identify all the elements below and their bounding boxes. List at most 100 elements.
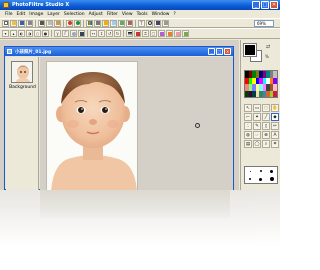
- menu-filter[interactable]: Filter: [105, 12, 120, 17]
- frame-icon[interactable]: ▢: [150, 30, 157, 37]
- document-controls: _ □ ✕: [208, 48, 231, 55]
- magic-wand-icon[interactable]: [158, 30, 165, 37]
- clone-stamp-icon[interactable]: ⊕: [262, 131, 270, 139]
- doc-close-button[interactable]: ✕: [224, 48, 231, 55]
- brush-size-option[interactable]: [256, 167, 267, 175]
- saturation-up-icon[interactable]: ●: [42, 30, 49, 37]
- eraser-icon[interactable]: [174, 30, 181, 37]
- brush-icon[interactable]: ✎: [253, 122, 261, 130]
- cut-icon[interactable]: [38, 19, 45, 27]
- transparency-icon[interactable]: [110, 19, 117, 27]
- lasso-icon[interactable]: ◌: [262, 104, 270, 112]
- menu-adjust[interactable]: Adjust: [87, 12, 105, 17]
- sharpen-icon[interactable]: [78, 30, 85, 37]
- color-swatches[interactable]: [244, 70, 278, 98]
- canvas-size-icon[interactable]: [126, 19, 133, 27]
- saturation-down-icon[interactable]: ○: [34, 30, 41, 37]
- document-title-bar[interactable]: 小孩照片_01.jpg _ □ ✕: [5, 47, 233, 56]
- eraser-icon[interactable]: ▯: [262, 122, 270, 130]
- smudge-icon[interactable]: ☞: [253, 131, 261, 139]
- image-size-icon[interactable]: [118, 19, 125, 27]
- layer-thumbnail[interactable]: [11, 61, 33, 83]
- paste-icon[interactable]: [54, 19, 61, 27]
- line-icon[interactable]: ╱: [262, 113, 270, 121]
- doc-minimize-button[interactable]: _: [208, 48, 215, 55]
- flip-vertical-icon[interactable]: ↕: [98, 30, 105, 37]
- swap-colors-icon[interactable]: ⇄: [266, 44, 272, 50]
- spray-icon[interactable]: ∴: [244, 122, 252, 130]
- menu-tools[interactable]: Tools: [135, 12, 150, 17]
- grid-icon[interactable]: [162, 19, 169, 27]
- brush-size-option[interactable]: [266, 175, 277, 183]
- close-button[interactable]: ✕: [270, 1, 278, 9]
- brush-size-option[interactable]: [245, 175, 256, 183]
- zoom-field[interactable]: 69%: [254, 20, 274, 27]
- zoom-icon[interactable]: [146, 19, 153, 27]
- app-title: PhotoFiltre Studio X: [12, 2, 70, 8]
- flip-horizontal-icon[interactable]: ↔: [90, 30, 97, 37]
- stamp-icon[interactable]: [182, 30, 189, 37]
- contrast-up-icon[interactable]: ◑: [26, 30, 33, 37]
- gamma-down-icon[interactable]: γ: [54, 30, 61, 37]
- crop-tool-icon[interactable]: ⌗: [271, 140, 279, 148]
- separator: [135, 19, 136, 27]
- blur-icon[interactable]: [70, 30, 77, 37]
- print-icon[interactable]: [26, 19, 33, 27]
- contrast-down-icon[interactable]: ◐: [18, 30, 25, 37]
- eyedropper-icon[interactable]: ⌐: [244, 113, 252, 121]
- brush-size-option[interactable]: [266, 167, 277, 175]
- menu-image[interactable]: Image: [27, 12, 45, 17]
- zoom-tool-icon[interactable]: ⌕: [262, 140, 270, 148]
- fit-icon[interactable]: [154, 19, 161, 27]
- copy-icon[interactable]: [46, 19, 53, 27]
- redo-icon[interactable]: [74, 19, 81, 27]
- text-icon[interactable]: T: [138, 19, 145, 27]
- photo-canvas[interactable]: [46, 61, 138, 190]
- doc-maximize-button[interactable]: □: [216, 48, 223, 55]
- rotate-left-icon[interactable]: ↺: [106, 30, 113, 37]
- swatch[interactable]: [273, 90, 277, 97]
- gamma-up-icon[interactable]: Γ: [62, 30, 69, 37]
- shape-icon[interactable]: ◯: [253, 140, 261, 148]
- tools-grid: ↖ ▭ ◌ ✋ ⌐ ✦ ╱ ◆ ∴ ✎ ▯ ✏ ◍ ☞ ⊕ A ▤ ◯ ⌕ ⌗: [244, 104, 279, 148]
- undo-icon[interactable]: [66, 19, 73, 27]
- menu-selection[interactable]: Selection: [62, 12, 87, 17]
- grayscale-icon[interactable]: [94, 19, 101, 27]
- new-icon[interactable]: [2, 19, 9, 27]
- canvas-area[interactable]: [40, 57, 233, 190]
- brightness-down-icon[interactable]: ▾: [2, 30, 9, 37]
- blur-tool-icon[interactable]: ◍: [244, 131, 252, 139]
- magic-wand-icon[interactable]: ✦: [253, 113, 261, 121]
- brightness-up-icon[interactable]: ▴: [10, 30, 17, 37]
- auto-levels-icon[interactable]: [126, 30, 133, 37]
- selection-icon[interactable]: ▭: [253, 104, 261, 112]
- open-icon[interactable]: [10, 19, 17, 27]
- crop-icon[interactable]: ⌗: [142, 30, 149, 37]
- menu-file[interactable]: File: [3, 12, 15, 17]
- save-icon[interactable]: [18, 19, 25, 27]
- maximize-button[interactable]: □: [261, 1, 269, 9]
- auto-contrast-icon[interactable]: [134, 30, 141, 37]
- menu-edit[interactable]: Edit: [15, 12, 28, 17]
- brush-icon[interactable]: [166, 30, 173, 37]
- foreground-color[interactable]: [243, 43, 257, 57]
- menu-help[interactable]: ?: [171, 12, 177, 17]
- document-window[interactable]: 小孩照片_01.jpg _ □ ✕ Background: [4, 46, 234, 190]
- color-selector[interactable]: [243, 43, 262, 62]
- text-tool-icon[interactable]: A: [271, 131, 279, 139]
- brush-size-option[interactable]: [245, 167, 256, 175]
- minimize-button[interactable]: _: [252, 1, 260, 9]
- brush-size-option[interactable]: [256, 175, 267, 183]
- hand-icon[interactable]: ✋: [271, 104, 279, 112]
- rgb-icon[interactable]: [86, 19, 93, 27]
- color-picker-icon[interactable]: [102, 19, 109, 27]
- menu-view[interactable]: View: [120, 12, 135, 17]
- menu-layer[interactable]: Layer: [45, 12, 62, 17]
- pencil-icon[interactable]: ✏: [271, 122, 279, 130]
- brush-size-selector[interactable]: [244, 166, 278, 184]
- gradient-icon[interactable]: ▤: [244, 140, 252, 148]
- pointer-icon[interactable]: ↖: [244, 104, 252, 112]
- paint-bucket-icon[interactable]: ◆: [271, 113, 279, 121]
- menu-window[interactable]: Window: [150, 12, 172, 17]
- rotate-right-icon[interactable]: ↻: [114, 30, 121, 37]
